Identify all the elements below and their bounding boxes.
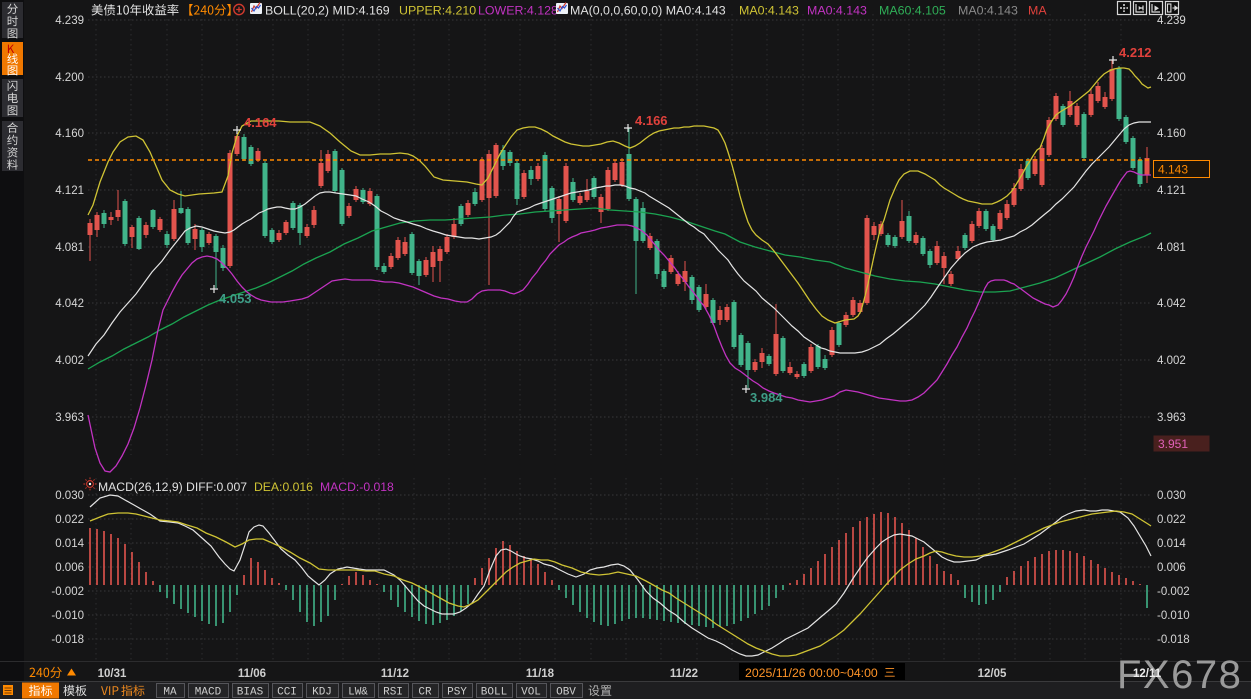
svg-text:PSY: PSY	[447, 687, 467, 699]
svg-text:CR: CR	[418, 687, 432, 699]
svg-text:4.042: 4.042	[1157, 298, 1186, 310]
svg-text:UPPER:4.210: UPPER:4.210	[399, 4, 476, 18]
svg-text:4.200: 4.200	[1157, 72, 1186, 84]
svg-text:MACD: MACD	[195, 687, 222, 699]
svg-text:4.160: 4.160	[1157, 128, 1186, 140]
svg-text:11/18: 11/18	[526, 668, 555, 680]
svg-text:VOL: VOL	[521, 687, 541, 699]
svg-text:-0.018: -0.018	[1157, 634, 1190, 646]
svg-text:BIAS: BIAS	[237, 687, 264, 699]
svg-text:0.006: 0.006	[55, 562, 84, 574]
svg-text:4.212: 4.212	[1119, 45, 1152, 60]
svg-text:3.963: 3.963	[1157, 412, 1186, 424]
svg-text:-0.018: -0.018	[51, 634, 84, 646]
svg-text:KDJ: KDJ	[312, 687, 332, 699]
svg-text:-0.010: -0.010	[51, 610, 84, 622]
svg-text:CCI: CCI	[277, 687, 297, 699]
svg-text:4.160: 4.160	[55, 128, 84, 140]
svg-text:4.239: 4.239	[55, 15, 84, 27]
svg-text:MA(0,0,0,60,0,0) MA0:4.143: MA(0,0,0,60,0,0) MA0:4.143	[570, 4, 726, 18]
svg-text:0.006: 0.006	[1157, 562, 1186, 574]
svg-text:0.022: 0.022	[1157, 514, 1186, 526]
svg-text:LW&: LW&	[348, 687, 368, 699]
svg-text:0.030: 0.030	[55, 490, 84, 502]
svg-text:MACD:-0.018: MACD:-0.018	[320, 480, 394, 494]
svg-text:MA0:4.143: MA0:4.143	[958, 4, 1018, 18]
svg-text:3.984: 3.984	[750, 390, 783, 405]
svg-text:MA: MA	[163, 687, 177, 699]
svg-text:4.002: 4.002	[55, 355, 84, 367]
svg-text:-0.002: -0.002	[51, 586, 84, 598]
svg-text:4.042: 4.042	[55, 298, 84, 310]
svg-text:4.200: 4.200	[55, 72, 84, 84]
svg-text:12/11: 12/11	[1133, 668, 1162, 680]
svg-text:4.002: 4.002	[1157, 355, 1186, 367]
svg-text:4.053: 4.053	[219, 291, 252, 306]
svg-text:3.963: 3.963	[55, 412, 84, 424]
svg-text:0.030: 0.030	[1157, 490, 1186, 502]
svg-text:11/12: 11/12	[381, 668, 409, 680]
svg-text:BOLL(20,2) MID:4.169: BOLL(20,2) MID:4.169	[265, 4, 390, 18]
svg-text:MA60:4.105: MA60:4.105	[879, 4, 946, 18]
svg-text:4.121: 4.121	[55, 185, 84, 197]
svg-text:MA0:4.143: MA0:4.143	[739, 4, 799, 18]
svg-text:MACD(26,12,9) DIFF:0.007: MACD(26,12,9) DIFF:0.007	[98, 480, 247, 494]
svg-text:4.081: 4.081	[55, 242, 84, 254]
svg-text:4.164: 4.164	[244, 115, 277, 130]
svg-text:MA: MA	[1028, 4, 1047, 18]
svg-text:DEA:0.016: DEA:0.016	[254, 480, 313, 494]
svg-text:11/06: 11/06	[238, 668, 266, 680]
svg-text:BOLL: BOLL	[481, 687, 507, 699]
svg-text:-0.010: -0.010	[1157, 610, 1190, 622]
svg-text:0.014: 0.014	[55, 538, 84, 550]
svg-text:MA0:4.143: MA0:4.143	[807, 4, 867, 18]
svg-text:LOWER:4.128: LOWER:4.128	[478, 4, 558, 18]
svg-text:11/22: 11/22	[670, 668, 698, 680]
svg-text:2025/11/26 00:00~04:00: 2025/11/26 00:00~04:00	[745, 666, 878, 680]
svg-text:OBV: OBV	[556, 687, 576, 699]
svg-text:12/05: 12/05	[978, 668, 1007, 680]
svg-text:4.166: 4.166	[635, 113, 668, 128]
svg-text:4.121: 4.121	[1157, 185, 1186, 197]
svg-text:3.951: 3.951	[1158, 437, 1188, 451]
svg-text:RSI: RSI	[383, 687, 403, 699]
svg-text:0.022: 0.022	[55, 514, 84, 526]
svg-text:-0.002: -0.002	[1157, 586, 1190, 598]
svg-text:4.239: 4.239	[1157, 15, 1186, 27]
svg-text:0.014: 0.014	[1157, 538, 1186, 550]
svg-text:4.143: 4.143	[1158, 163, 1188, 177]
svg-text:4.081: 4.081	[1157, 242, 1186, 254]
svg-text:10/31: 10/31	[98, 668, 127, 680]
